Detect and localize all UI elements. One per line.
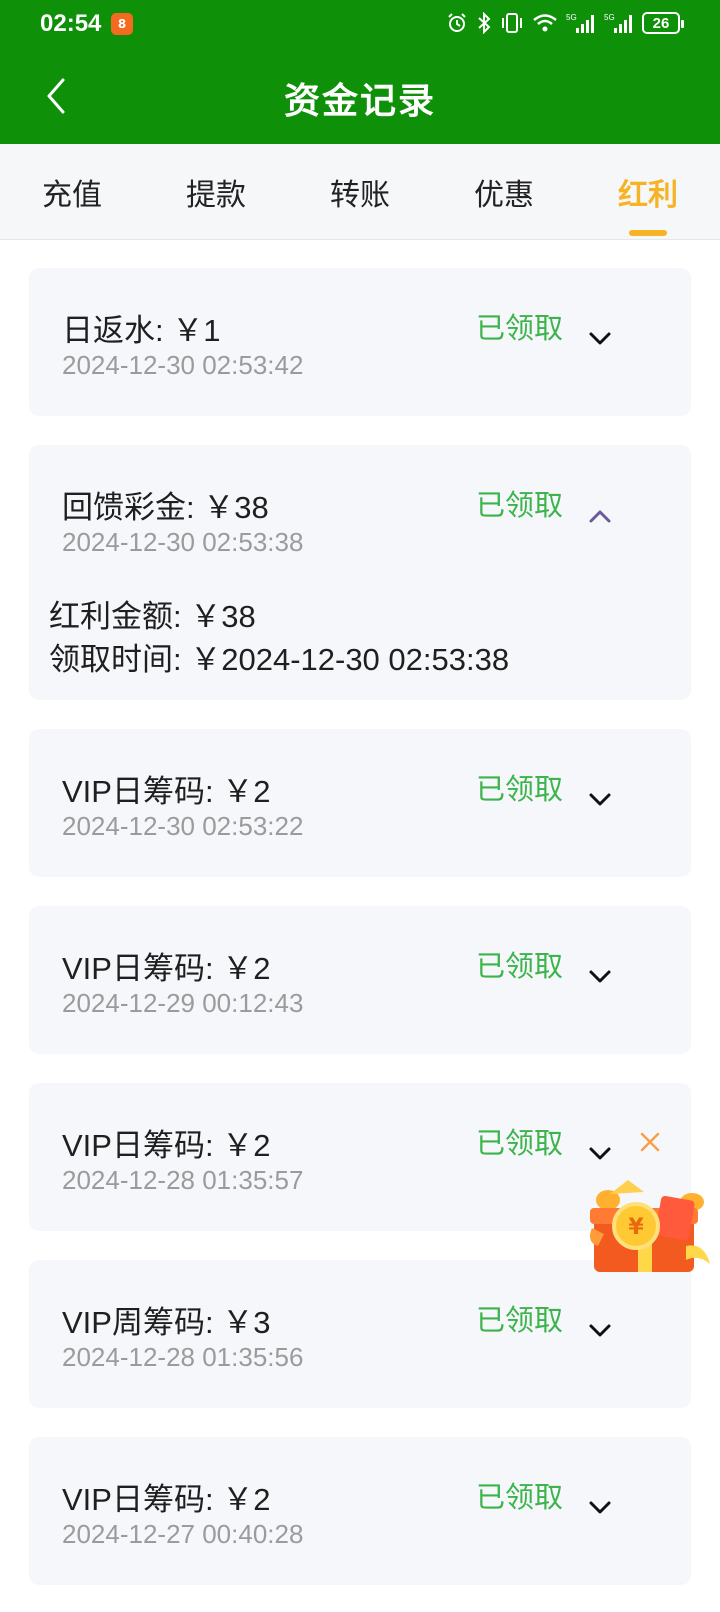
record-status: 已领取 — [476, 772, 564, 806]
signal-icon: 5G — [566, 13, 594, 33]
expand-toggle[interactable] — [585, 962, 615, 992]
expand-toggle[interactable] — [585, 1139, 615, 1169]
expand-toggle[interactable] — [585, 1493, 615, 1523]
tab-bar: 充值 提款 转账 优惠 红利 — [0, 144, 720, 240]
record-title: 日返水: ￥1 — [62, 313, 221, 348]
svg-text:5G: 5G — [604, 13, 615, 22]
wifi-icon — [533, 14, 557, 32]
chevron-down-icon — [589, 332, 611, 345]
tab-bonus[interactable]: 红利 — [576, 144, 720, 240]
record-time: 2024-12-30 02:53:42 — [62, 350, 304, 380]
status-icons: 5G 5G 26 — [446, 10, 684, 36]
record-status: 已领取 — [476, 1126, 564, 1160]
record-time: 2024-12-28 01:35:57 — [62, 1165, 304, 1195]
record-card[interactable]: VIP日筹码: ￥2 2024-12-30 02:53:22 已领取 — [29, 729, 691, 877]
tab-promotions[interactable]: 优惠 — [432, 144, 576, 240]
record-title: VIP日筹码: ￥2 — [62, 951, 271, 986]
gift-close-button[interactable] — [636, 1128, 664, 1156]
tab-label: 充值 — [42, 178, 102, 213]
record-status: 已领取 — [476, 949, 564, 983]
notification-app-icon: 8 — [111, 13, 133, 35]
record-title: VIP日筹码: ￥2 — [62, 774, 271, 809]
gift-box-icon: ¥ — [590, 1180, 710, 1272]
bluetooth-icon — [478, 12, 491, 34]
expand-toggle[interactable] — [585, 785, 615, 815]
tab-transfer[interactable]: 转账 — [288, 144, 432, 240]
chevron-down-icon — [589, 793, 611, 806]
chevron-down-icon — [589, 970, 611, 983]
tab-label: 转账 — [330, 178, 390, 213]
collapse-toggle[interactable] — [585, 501, 615, 531]
record-status: 已领取 — [476, 311, 564, 345]
svg-text:¥: ¥ — [628, 1215, 644, 1240]
page-title: 资金记录 — [283, 81, 436, 122]
vibrate-icon — [502, 13, 522, 33]
record-card[interactable]: VIP日筹码: ￥2 2024-12-29 00:12:43 已领取 — [29, 906, 691, 1054]
app-root: 02:54 8 5G 5G 26 资金记录 充值 提款 转账 优惠 红利 日返水… — [0, 0, 720, 1612]
expand-toggle[interactable] — [585, 1316, 615, 1346]
claim-time-detail: 领取时间: ￥2024-12-30 02:53:38 — [49, 642, 510, 677]
record-time: 2024-12-28 01:35:56 — [62, 1342, 304, 1372]
record-time: 2024-12-30 02:53:38 — [62, 527, 304, 557]
record-status: 已领取 — [476, 488, 564, 522]
bonus-amount-detail: 红利金额: ￥38 — [49, 599, 256, 634]
record-list: 日返水: ￥1 2024-12-30 02:53:42 已领取 回馈彩金: ￥3… — [29, 268, 691, 1612]
chevron-down-icon — [589, 1324, 611, 1337]
record-time: 2024-12-27 00:40:28 — [62, 1519, 304, 1549]
record-title: VIP日筹码: ￥2 — [62, 1482, 271, 1517]
record-title: VIP日筹码: ￥2 — [62, 1128, 271, 1163]
record-card[interactable]: 日返水: ￥1 2024-12-30 02:53:42 已领取 — [29, 268, 691, 416]
active-tab-indicator — [629, 230, 667, 236]
floating-gift-button[interactable]: ¥ — [588, 1168, 714, 1278]
record-time: 2024-12-29 00:12:43 — [62, 988, 304, 1018]
tab-recharge[interactable]: 充值 — [0, 144, 144, 240]
svg-text:5G: 5G — [566, 13, 577, 22]
record-status: 已领取 — [476, 1480, 564, 1514]
chevron-down-icon — [589, 1147, 611, 1160]
record-title: VIP周筹码: ￥3 — [62, 1305, 271, 1340]
chevron-up-icon — [589, 510, 611, 523]
signal-icon-2: 5G — [604, 13, 632, 33]
status-time: 02:54 — [40, 10, 102, 37]
record-card[interactable]: VIP日筹码: ￥2 2024-12-27 00:40:28 已领取 — [29, 1437, 691, 1585]
expand-toggle[interactable] — [585, 324, 615, 354]
record-title: 回馈彩金: ￥38 — [62, 490, 269, 525]
chevron-down-icon — [589, 1501, 611, 1514]
battery-icon: 26 — [642, 12, 684, 34]
header-bar: 02:54 8 5G 5G 26 资金记录 — [0, 0, 720, 144]
record-card[interactable]: VIP周筹码: ￥3 2024-12-28 01:35:56 已领取 — [29, 1260, 691, 1408]
tab-label: 优惠 — [474, 178, 534, 213]
alarm-icon — [448, 13, 466, 32]
record-time: 2024-12-30 02:53:22 — [62, 811, 304, 841]
tab-withdraw[interactable]: 提款 — [144, 144, 288, 240]
tab-label: 红利 — [618, 178, 678, 213]
close-icon — [640, 1132, 660, 1152]
tab-label: 提款 — [186, 178, 246, 213]
record-status: 已领取 — [476, 1303, 564, 1337]
record-card-expanded[interactable]: 回馈彩金: ￥38 2024-12-30 02:53:38 已领取 红利金额: … — [29, 445, 691, 700]
